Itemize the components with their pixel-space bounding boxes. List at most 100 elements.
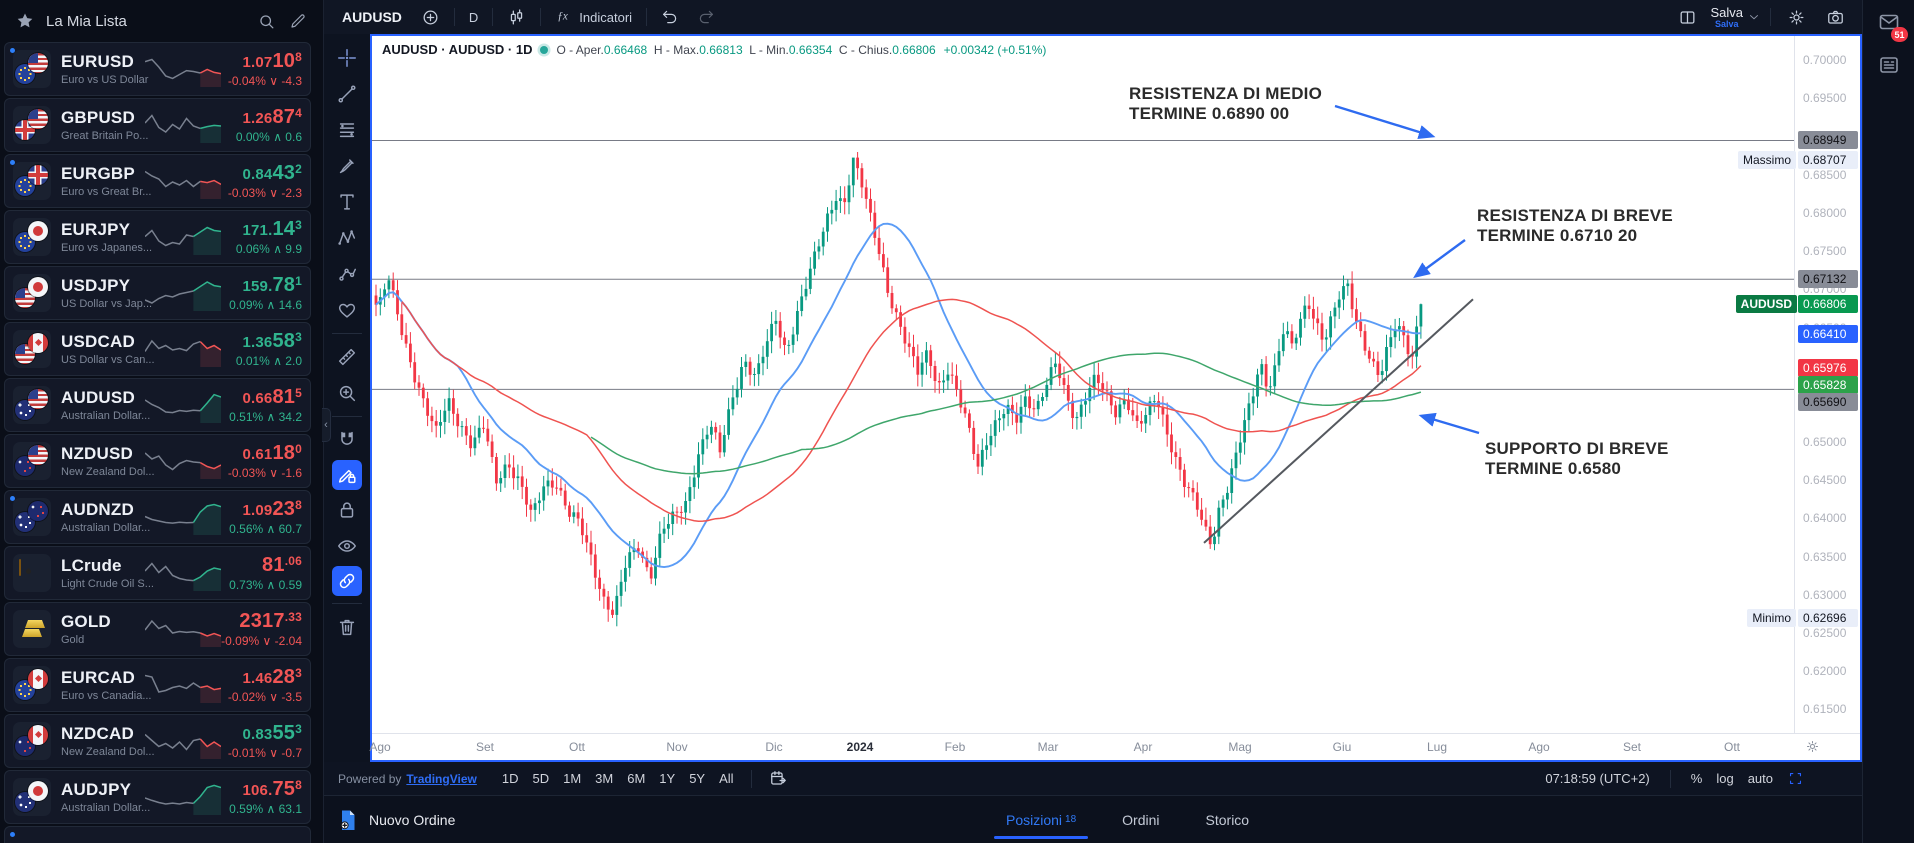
camera-icon[interactable]	[1819, 5, 1852, 30]
time-tick-Nov: Nov	[666, 740, 687, 754]
legend-symbol[interactable]: AUDUSD · AUDUSD · 1D	[382, 42, 532, 57]
last-price: 171.143	[236, 218, 302, 241]
news-icon[interactable]	[1877, 53, 1901, 77]
tool-sync-drawings-icon[interactable]	[332, 566, 362, 596]
tool-magnet-icon[interactable]	[331, 424, 363, 456]
percent-scale-button[interactable]: %	[1691, 771, 1703, 786]
new-order-button[interactable]: Nuovo Ordine	[336, 808, 455, 832]
indicators-button[interactable]: ƒxIndicatori	[548, 3, 639, 31]
inbox-mail-icon[interactable]: 51	[1877, 10, 1901, 37]
watchlist-item-EURCAD[interactable]: EURCADEuro vs Canadia...1.46283-0.02% ∨ …	[4, 658, 311, 712]
watchlist-title: La Mia Lista	[46, 13, 127, 30]
pair-flags	[13, 666, 51, 704]
tool-crosshair-icon[interactable]	[331, 42, 363, 74]
search-icon[interactable]	[255, 10, 277, 32]
watchlist-item-USDJPY[interactable]: USDJPYUS Dollar vs Jap...159.7810.09% ∧ …	[4, 266, 311, 320]
watchlist-item-LCrude[interactable]: LCrudeLight Crude Oil S...81.060.73% ∧ 0…	[4, 546, 311, 600]
clock-label[interactable]: 07:18:59 (UTC+2)	[1545, 771, 1649, 786]
watchlist-item-NZDCAD[interactable]: NZDCADNew Zealand Dol...0.83553-0.01% ∨ …	[4, 714, 311, 768]
tab-posizioni[interactable]: Posizioni18	[1000, 796, 1082, 843]
pair-flags	[13, 386, 51, 424]
watchlist-item-AUDJPY[interactable]: AUDJPYAustralian Dollar...106.7580.59% ∧…	[4, 770, 311, 824]
range-button-6M[interactable]: 6M	[620, 768, 652, 789]
save-button[interactable]: Salva Salva	[1710, 6, 1761, 29]
watchlist-item-AUDNZD[interactable]: AUDNZDAustralian Dollar...1.092380.56% ∧…	[4, 490, 311, 544]
symbol-label: EURGBP	[61, 164, 151, 184]
range-button-5Y[interactable]: 5Y	[682, 768, 712, 789]
go-to-date-icon[interactable]	[762, 766, 795, 791]
tool-drawing-mode-icon[interactable]	[332, 460, 362, 490]
change-label: 0.59% ∧ 63.1	[229, 802, 302, 816]
maximize-icon[interactable]	[1787, 770, 1804, 787]
undo-icon[interactable]	[654, 5, 686, 29]
time-axis[interactable]: AgoSetOttNovDic2024FebMarAprMagGiuLugAgo…	[372, 733, 1860, 760]
watchlist-item-EURUSD[interactable]: EURUSDEuro vs US Dollar1.07108-0.04% ∨ -…	[4, 42, 311, 96]
tool-remove-drawings-icon[interactable]	[331, 611, 363, 643]
change-label: -0.03% ∨ -2.3	[228, 186, 302, 200]
pane-settings-gear-icon[interactable]	[1805, 739, 1820, 757]
chart-annotation-3[interactable]: SUPPORTO DI BREVE TERMINE 0.6580	[1485, 439, 1669, 479]
layout-icon[interactable]	[1671, 5, 1704, 30]
candlestick-chart[interactable]	[372, 36, 1794, 733]
tool-zoom-in-icon[interactable]	[331, 377, 363, 409]
tradingview-link[interactable]: TradingView	[406, 772, 476, 786]
tool-text-icon[interactable]	[331, 186, 363, 218]
log-scale-button[interactable]: log	[1716, 771, 1733, 786]
chart-bottom-toolbar: Powered by TradingView 1D5D1M3M6M1Y5YAll…	[324, 762, 1862, 795]
tool-lock-drawings-icon[interactable]	[331, 494, 363, 526]
time-tick-Ago: Ago	[369, 740, 390, 754]
tool-xabcd-pattern-icon[interactable]	[331, 222, 363, 254]
range-button-1Y[interactable]: 1Y	[652, 768, 682, 789]
annotation-arrow	[1422, 416, 1479, 433]
annotation-arrow	[1335, 106, 1432, 136]
gear-icon[interactable]	[1780, 5, 1813, 30]
chart-annotation-2[interactable]: RESISTENZA DI BREVE TERMINE 0.6710 20	[1477, 206, 1673, 246]
watchlist-item-NZDUSD[interactable]: NZDUSDNew Zealand Dol...0.61180-0.03% ∨ …	[4, 434, 311, 488]
edit-watchlist-icon[interactable]	[287, 10, 309, 32]
chart-annotation-1[interactable]: RESISTENZA DI MEDIO TERMINE 0.6890 00	[1129, 84, 1322, 124]
symbol-description: Australian Dollar...	[61, 410, 150, 422]
symbol-label: AUDNZD	[61, 500, 150, 520]
sparkline	[145, 780, 221, 816]
tab-storico[interactable]: Storico	[1200, 796, 1256, 843]
interval-button[interactable]: D	[462, 7, 485, 28]
watchlist-item-partial[interactable]	[4, 826, 311, 843]
chevron-down-icon[interactable]	[1747, 10, 1761, 24]
watchlist-item-GBPUSD[interactable]: GBPUSDGreat Britain Po...1.268740.00% ∧ …	[4, 98, 311, 152]
watchlist-item-AUDUSD[interactable]: AUDUSDAustralian Dollar...0.668150.51% ∧…	[4, 378, 311, 432]
chart-style-icon[interactable]	[500, 5, 533, 30]
sparkline	[145, 164, 221, 200]
powered-by: Powered by TradingView	[338, 772, 477, 786]
price-axis[interactable]: 0.700000.695000.685000.680000.675000.670…	[1794, 36, 1860, 733]
watchlist-item-USDCAD[interactable]: USDCADUS Dollar vs Can...1.365830.01% ∧ …	[4, 322, 311, 376]
tool-trend-line-icon[interactable]	[331, 78, 363, 110]
compare-add-icon[interactable]	[414, 5, 447, 30]
watchlist-item-GOLD[interactable]: GOLDGold2317.33-0.09% ∨ -2.04	[4, 602, 311, 656]
watchlist-item-EURJPY[interactable]: EURJPYEuro vs Japanes...171.1430.06% ∧ 9…	[4, 210, 311, 264]
tool-forecast-icon[interactable]	[331, 258, 363, 290]
tool-measure-icon[interactable]	[331, 341, 363, 373]
range-button-All[interactable]: All	[712, 768, 740, 789]
range-button-1M[interactable]: 1M	[556, 768, 588, 789]
auto-scale-button[interactable]: auto	[1748, 771, 1773, 786]
change-label: 0.56% ∧ 60.7	[229, 522, 302, 536]
tool-emoji-heart-icon[interactable]	[331, 294, 363, 326]
change-label: 0.06% ∧ 9.9	[236, 242, 302, 256]
range-button-3M[interactable]: 3M	[588, 768, 620, 789]
tool-brush-icon[interactable]	[331, 150, 363, 182]
range-button-5D[interactable]: 5D	[525, 768, 556, 789]
symbol-button[interactable]: AUDUSD	[334, 9, 410, 25]
svg-text:ƒx: ƒx	[558, 10, 569, 22]
sparkline	[145, 388, 221, 424]
pair-flags	[13, 50, 51, 88]
tab-ordini[interactable]: Ordini	[1116, 796, 1165, 843]
price-tick: 0.61500	[1803, 702, 1846, 716]
redo-icon[interactable]	[690, 5, 722, 29]
tool-fib-retracement-icon[interactable]	[331, 114, 363, 146]
range-button-1D[interactable]: 1D	[495, 768, 526, 789]
sidebar-collapse-handle[interactable]: ‹	[322, 408, 331, 442]
tool-hide-drawings-icon[interactable]	[331, 530, 363, 562]
symbol-label: EURUSD	[61, 52, 148, 72]
watchlist-item-EURGBP[interactable]: EURGBPEuro vs Great Br...0.84432-0.03% ∨…	[4, 154, 311, 208]
chart-plot[interactable]: AUDUSD · AUDUSD · 1D O - Aper.0.66468 H …	[372, 36, 1794, 733]
